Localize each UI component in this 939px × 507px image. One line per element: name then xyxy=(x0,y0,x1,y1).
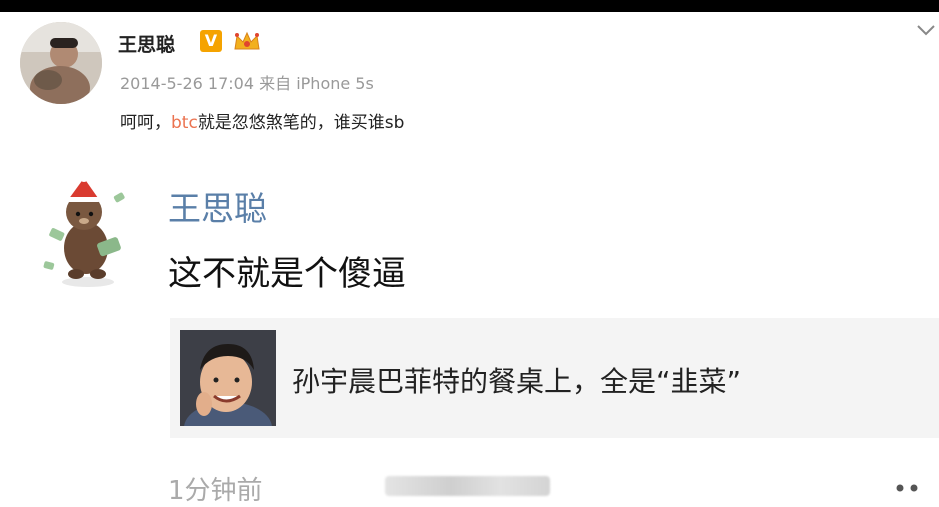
status-bar xyxy=(0,0,939,12)
crown-icon xyxy=(232,29,262,53)
post-content-prefix: 呵呵， xyxy=(120,113,171,133)
post-timestamp: 2014-5-26 17:04 xyxy=(120,74,254,93)
verified-v-icon: V xyxy=(200,30,222,52)
more-icon[interactable] xyxy=(890,480,924,494)
post-content-suffix: 就是忽悠煞笔的，谁买谁sb xyxy=(197,113,405,133)
chevron-down-icon[interactable] xyxy=(916,22,936,36)
blurred-content xyxy=(385,476,550,496)
quoted-article-title[interactable]: 孙宇晨巴菲特的餐桌上，全是“韭菜” xyxy=(292,360,741,400)
avatar[interactable] xyxy=(20,22,102,104)
post-meta: 2014-5-26 17:04 来自 iPhone 5s xyxy=(120,70,374,94)
post-author[interactable]: 王思聪 xyxy=(118,30,175,57)
weibo-screen: 王思聪 V 2014-5-26 17:04 来自 iPhone 5s 呵呵，bt… xyxy=(0,0,939,507)
post-content-highlight[interactable]: btc xyxy=(171,113,198,133)
comment-text: 这不就是个傻逼 xyxy=(168,254,406,294)
quoted-article-card[interactable]: 孙宇晨巴菲特的餐桌上，全是“韭菜” xyxy=(170,318,939,438)
article-thumbnail xyxy=(180,330,276,426)
comment-author[interactable]: 王思聪 xyxy=(168,182,267,230)
comment-time: 1分钟前 xyxy=(168,476,263,506)
source-device[interactable]: iPhone 5s xyxy=(296,74,374,93)
post-content: 呵呵，btc就是忽悠煞笔的，谁买谁sb xyxy=(120,108,404,133)
bear-sticker-avatar[interactable] xyxy=(36,170,136,290)
source-prefix: 来自 xyxy=(259,74,292,93)
